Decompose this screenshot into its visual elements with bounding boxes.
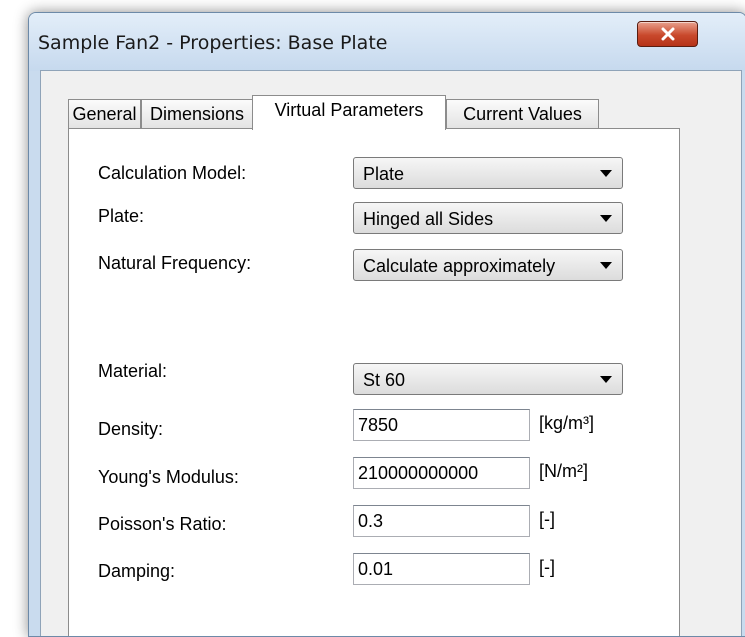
window-title: Sample Fan2 - Properties: Base Plate bbox=[38, 32, 388, 54]
damping-value: 0.01 bbox=[358, 559, 394, 579]
chevron-down-icon bbox=[600, 215, 612, 222]
tab-current-values[interactable]: Current Values bbox=[446, 99, 599, 128]
chevron-down-icon bbox=[600, 170, 612, 177]
natural-frequency-select[interactable]: Calculate approximately bbox=[353, 249, 623, 281]
density-label: Density: bbox=[98, 419, 164, 439]
damping-unit: [-] bbox=[539, 557, 555, 577]
material-value: St 60 bbox=[363, 370, 406, 390]
material-label: Material: bbox=[98, 361, 168, 381]
tab-virtual-parameters[interactable]: Virtual Parameters bbox=[252, 95, 446, 130]
poissons-ratio-unit: [-] bbox=[539, 509, 555, 529]
plate-label: Plate: bbox=[98, 206, 145, 226]
material-select[interactable]: St 60 bbox=[353, 363, 623, 395]
properties-dialog: Sample Fan2 - Properties: Base Plate Gen… bbox=[28, 12, 745, 637]
natural-frequency-label: Natural Frequency: bbox=[98, 253, 252, 273]
dialog-client-area: General Dimensions Virtual Parameters Cu… bbox=[40, 70, 742, 636]
damping-label: Damping: bbox=[98, 561, 176, 581]
density-input[interactable]: 7850 bbox=[353, 409, 530, 441]
youngs-modulus-input[interactable]: 210000000000 bbox=[353, 457, 530, 489]
close-button[interactable] bbox=[637, 21, 698, 47]
poissons-ratio-value: 0.3 bbox=[358, 511, 384, 531]
tab-dimensions[interactable]: Dimensions bbox=[141, 99, 253, 128]
plate-value: Hinged all Sides bbox=[363, 209, 494, 229]
plate-select[interactable]: Hinged all Sides bbox=[353, 202, 623, 234]
chevron-down-icon bbox=[600, 262, 612, 269]
youngs-modulus-value: 210000000000 bbox=[358, 463, 479, 483]
calculation-model-label: Calculation Model: bbox=[98, 163, 247, 183]
natural-frequency-value: Calculate approximately bbox=[363, 256, 556, 276]
calculation-model-value: Plate bbox=[363, 164, 405, 184]
damping-input[interactable]: 0.01 bbox=[353, 553, 530, 585]
density-value: 7850 bbox=[358, 415, 399, 435]
chevron-down-icon bbox=[600, 376, 612, 383]
tab-panel-virtual-parameters: Calculation Model: Plate Plate: Hinged a… bbox=[68, 128, 680, 636]
poissons-ratio-input[interactable]: 0.3 bbox=[353, 505, 530, 537]
youngs-modulus-unit: [N/m²] bbox=[539, 461, 588, 481]
tab-general[interactable]: General bbox=[68, 99, 141, 128]
close-icon bbox=[661, 27, 674, 41]
density-unit: [kg/m³] bbox=[539, 413, 595, 433]
poissons-ratio-label: Poisson's Ratio: bbox=[98, 514, 227, 534]
calculation-model-select[interactable]: Plate bbox=[353, 157, 623, 189]
youngs-modulus-label: Young's Modulus: bbox=[98, 467, 239, 487]
title-bar[interactable]: Sample Fan2 - Properties: Base Plate bbox=[29, 13, 745, 71]
